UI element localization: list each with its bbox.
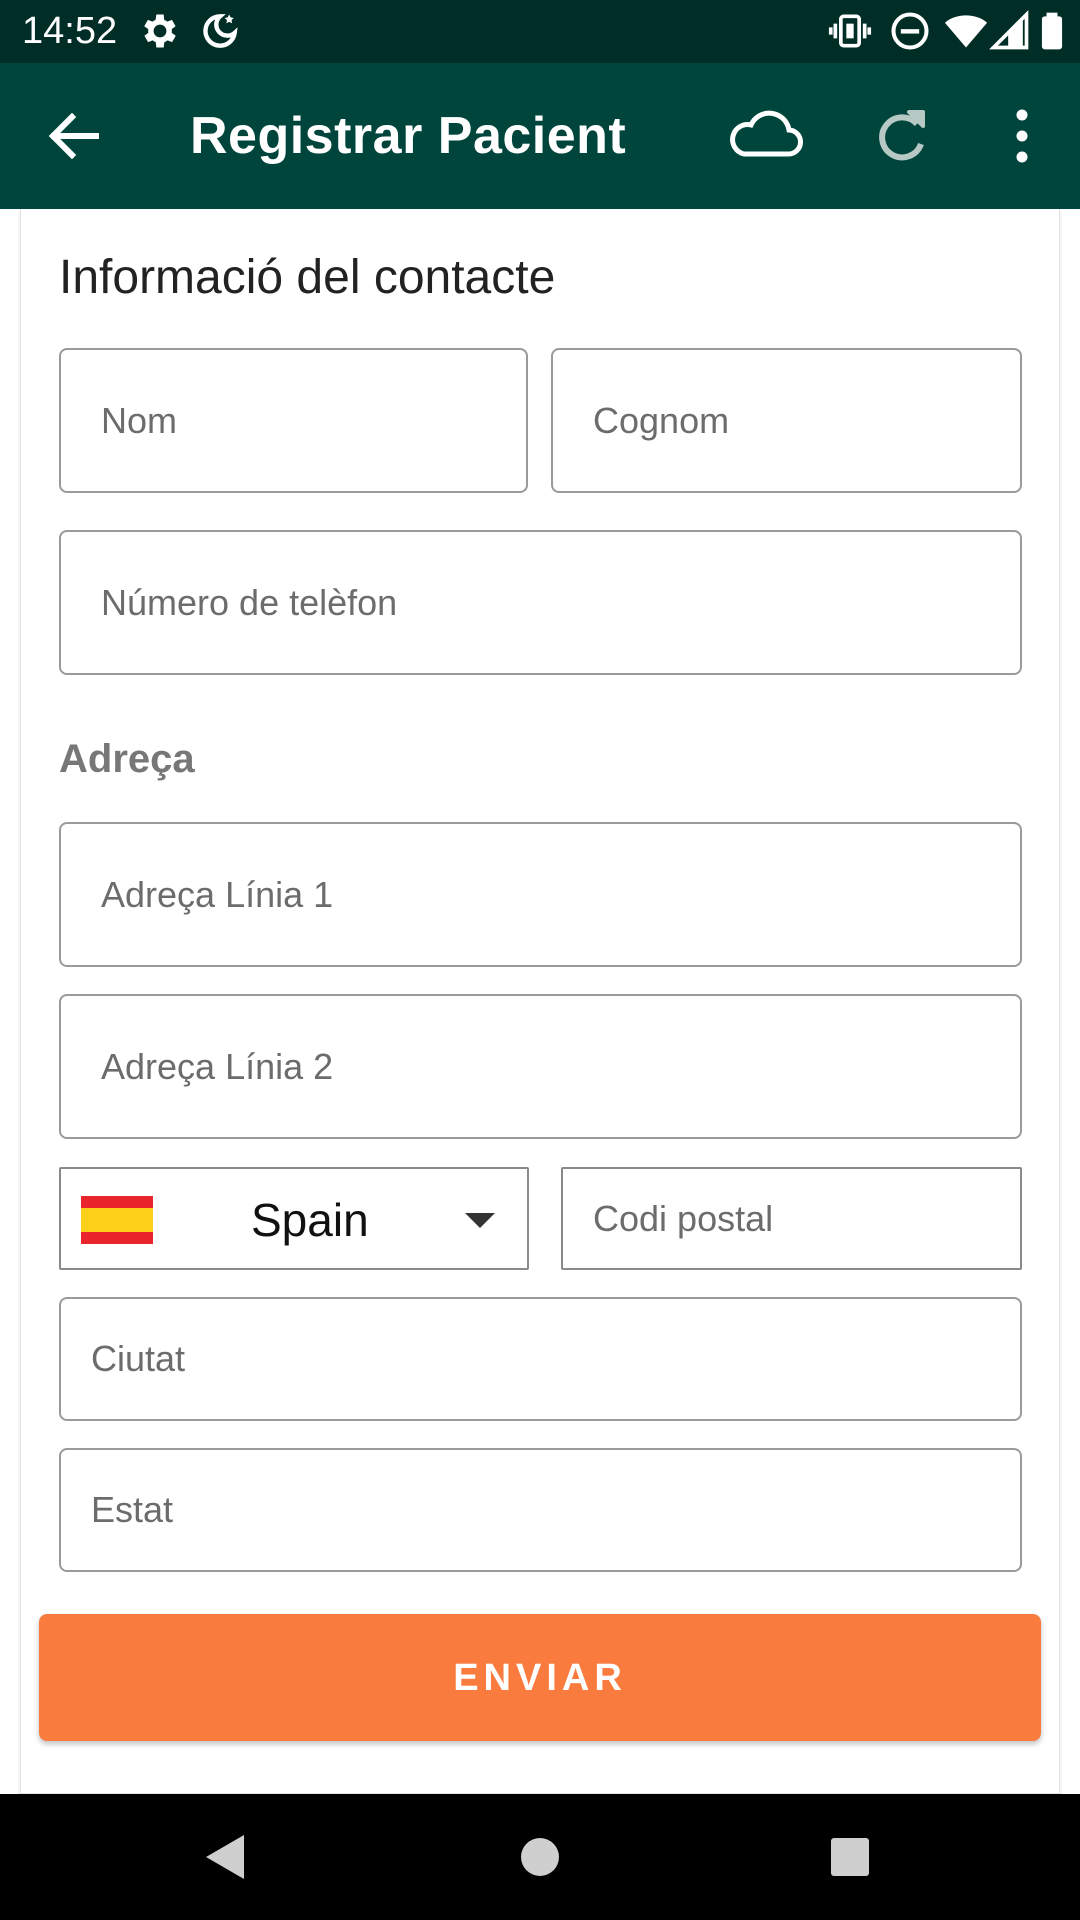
status-time: 14:52 — [22, 10, 118, 52]
refresh-icon — [879, 110, 925, 161]
settings-icon — [144, 14, 176, 48]
submit-button[interactable]: ENVIAR — [39, 1614, 1041, 1741]
signal-icon — [989, 10, 1029, 50]
phone-input[interactable] — [61, 532, 1020, 673]
recents-square-icon — [831, 1838, 869, 1876]
vibrate-icon — [828, 14, 872, 48]
address-line2-field[interactable] — [59, 994, 1022, 1139]
nav-back-button[interactable] — [186, 1817, 266, 1897]
address-line2-input[interactable] — [61, 996, 1020, 1137]
spain-flag-icon — [81, 1196, 153, 1244]
state-input[interactable] — [61, 1450, 1020, 1570]
address-line1-input[interactable] — [61, 824, 1020, 965]
back-button[interactable] — [26, 88, 122, 184]
postal-code-input[interactable] — [563, 1169, 1020, 1268]
first-name-input[interactable] — [61, 350, 526, 491]
city-field[interactable] — [59, 1297, 1022, 1421]
address-line1-field[interactable] — [59, 822, 1022, 967]
first-name-field[interactable] — [59, 348, 528, 493]
state-field[interactable] — [59, 1448, 1022, 1572]
nav-home-button[interactable] — [500, 1817, 580, 1897]
refresh-button[interactable] — [853, 88, 949, 184]
sync-button[interactable] — [716, 88, 812, 184]
battery-icon — [1041, 12, 1063, 50]
last-name-field[interactable] — [551, 348, 1022, 493]
section-title: Informació del contacte — [59, 251, 556, 304]
nav-recents-button[interactable] — [810, 1817, 890, 1897]
more-vert-icon — [1016, 109, 1028, 163]
city-input[interactable] — [61, 1299, 1020, 1419]
postal-code-field[interactable] — [561, 1167, 1022, 1270]
night-mode-icon — [203, 14, 238, 48]
status-bar: 14:52 — [0, 0, 1080, 63]
back-triangle-icon — [206, 1835, 244, 1879]
home-circle-icon — [521, 1838, 559, 1876]
page-title: Registrar Pacient — [190, 107, 627, 165]
address-title: Adreça — [59, 737, 195, 781]
phone-field[interactable] — [59, 530, 1022, 675]
do-not-disturb-icon — [891, 12, 929, 50]
cloud-icon — [730, 110, 803, 157]
chevron-down-icon — [465, 1213, 495, 1228]
last-name-input[interactable] — [553, 350, 1020, 491]
country-select[interactable]: Spain — [59, 1167, 529, 1270]
navigation-bar — [0, 1794, 1080, 1920]
country-selected: Spain — [251, 1194, 369, 1246]
wifi-icon — [944, 15, 988, 48]
more-options-button[interactable] — [974, 88, 1070, 184]
app-bar: Registrar Pacient — [0, 63, 1080, 209]
arrow-left-icon — [48, 112, 99, 160]
